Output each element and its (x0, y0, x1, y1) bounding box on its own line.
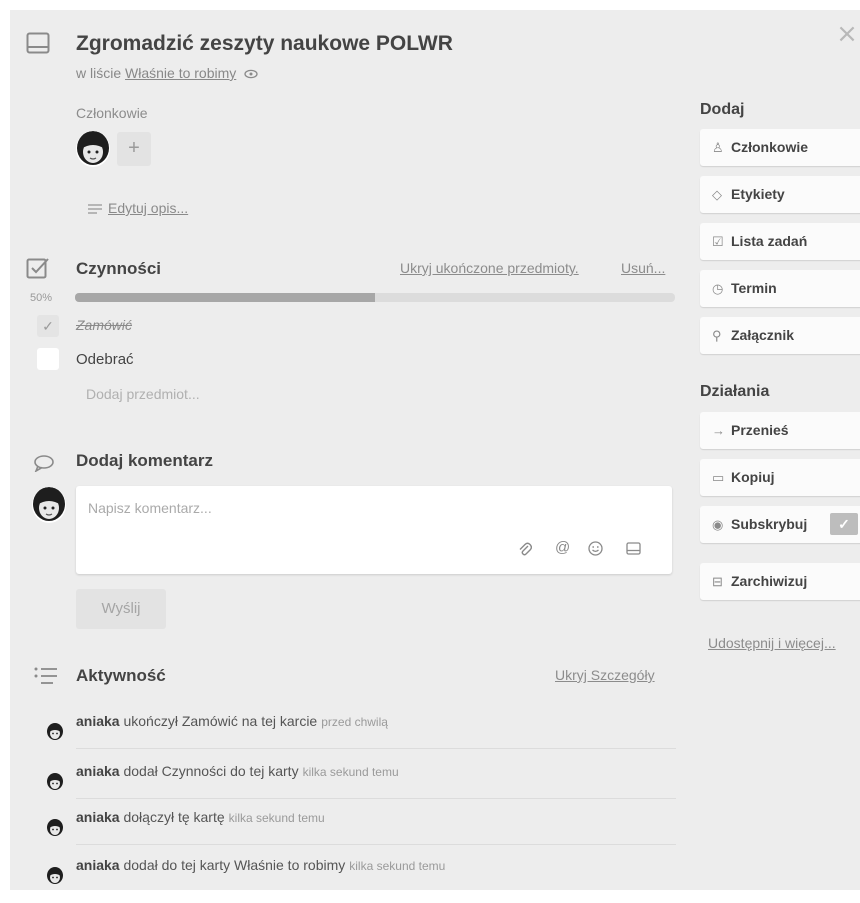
activity-user[interactable]: aniaka (76, 713, 120, 729)
clock-icon: ◷ (712, 281, 724, 296)
activity-text: aniaka dodał Czynności do tej karty kilka… (76, 748, 399, 795)
card-icon[interactable] (626, 542, 641, 555)
arrow-right-icon: → (712, 423, 725, 438)
progress-percent: 50% (30, 292, 53, 304)
activity-text: aniaka dołączył tę kartę kilka sekund tem… (76, 794, 325, 841)
eye-icon: ◉ (712, 517, 724, 532)
activity-user[interactable]: aniaka (76, 809, 120, 825)
copy-button-label: Kopiuj (731, 469, 775, 485)
member-avatar[interactable] (76, 131, 110, 167)
due-date-button[interactable]: ◷ Termin (700, 270, 860, 307)
actions-heading: Działania (700, 383, 770, 400)
close-icon[interactable]: × (836, 21, 858, 47)
list-link[interactable]: Właśnie to robimy (125, 65, 236, 81)
add-heading: Dodaj (700, 101, 745, 118)
activity-time[interactable]: kilka sekund temu (229, 811, 325, 825)
comment-placeholder: Napisz komentarz... (88, 500, 212, 516)
card-title[interactable]: Zgromadzić zeszyty naukowe POLWR (76, 32, 453, 56)
activity-action: dołączył tę kartę (123, 809, 225, 825)
progress-bar (75, 293, 675, 302)
attachment-icon[interactable] (518, 542, 532, 556)
eye-icon (244, 69, 258, 79)
members-label: Członkowie (76, 105, 148, 121)
card-list-info: w liście Właśnie to robimy (76, 65, 258, 81)
members-button[interactable]: ♙ Członkowie (700, 129, 860, 166)
checklist-checkbox-checked[interactable]: ✓ (37, 315, 59, 337)
activity-entry: aniaka dołączył tę kartę kilka sekund tem… (46, 794, 676, 840)
delete-checklist-link[interactable]: Usuń... (621, 260, 665, 276)
subscribed-check-icon: ✓ (830, 513, 858, 535)
card-detail-window: Zgromadzić zeszyty naukowe POLWR w liści… (10, 10, 860, 890)
subscribe-button-label: Subskrybuj (731, 516, 808, 532)
activity-time[interactable]: przed chwilą (321, 715, 388, 729)
comment-input[interactable]: Napisz komentarz... @ (76, 486, 672, 574)
activity-user-avatar[interactable] (46, 857, 64, 903)
edit-description-link[interactable]: Edytuj opis... (88, 200, 188, 216)
due-date-button-label: Termin (731, 280, 777, 296)
hide-completed-link[interactable]: Ukryj ukończone przedmioty. (400, 260, 579, 276)
activity-entry: aniaka dodał do tej karty Właśnie to rob… (46, 842, 676, 888)
checklist-button-label: Lista zadań (731, 233, 808, 249)
add-comment-title: Dodaj komentarz (76, 451, 213, 470)
checklist-checkbox[interactable] (37, 348, 59, 370)
label-icon: ◇ (712, 187, 722, 202)
activity-action: ukończył Zamówić na tej karcie (123, 713, 318, 729)
labels-button[interactable]: ◇ Etykiety (700, 176, 860, 213)
checklist-button[interactable]: ☑ Lista zadań (700, 223, 860, 260)
move-button-label: Przenieś (731, 422, 789, 438)
activity-text: aniaka dodał do tej karty Właśnie to rob… (76, 842, 445, 889)
attachment-button-label: Załącznik (731, 327, 795, 343)
checklist-item-done[interactable]: Zamówić (76, 317, 132, 333)
checklist-title[interactable]: Czynności (76, 259, 161, 279)
activity-entry: aniaka dodał Czynności do tej karty kilka… (46, 748, 676, 794)
activity-title: Aktywność (76, 666, 166, 685)
move-button[interactable]: → Przenieś (700, 412, 860, 449)
paperclip-icon: ⚲ (712, 328, 722, 343)
share-and-more-link[interactable]: Udostępnij i więcej... (708, 635, 838, 652)
attachment-button[interactable]: ⚲ Załącznik (700, 317, 860, 354)
comment-icon (34, 454, 54, 472)
add-member-button[interactable]: + (117, 132, 151, 166)
card-icon: ▭ (712, 470, 725, 485)
card-icon (26, 32, 50, 54)
labels-button-label: Etykiety (731, 186, 785, 202)
edit-description-label: Edytuj opis... (108, 200, 189, 216)
activity-text: aniaka ukończył Zamówić na tej karcie prz… (76, 698, 388, 745)
checklist-item[interactable]: Odebrać (76, 351, 134, 368)
person-icon: ♙ (712, 140, 724, 155)
members-button-label: Członkowie (731, 139, 809, 155)
activity-time[interactable]: kilka sekund temu (303, 765, 399, 779)
current-user-avatar[interactable] (32, 487, 66, 523)
emoji-icon[interactable] (588, 541, 603, 556)
activity-icon (34, 667, 58, 685)
activity-time[interactable]: kilka sekund temu (349, 859, 445, 873)
copy-button[interactable]: ▭ Kopiuj (700, 459, 860, 496)
subscribe-button[interactable]: ◉ Subskrybuj ✓ (700, 506, 860, 543)
list-prefix: w liście (76, 65, 122, 81)
checklist-icon: ☑ (712, 234, 724, 249)
checklist-icon (26, 256, 50, 280)
archive-icon: ⊟ (712, 574, 723, 589)
send-comment-button[interactable]: Wyślij (76, 589, 166, 629)
archive-button-label: Zarchiwizuj (731, 573, 808, 589)
toggle-details-link[interactable]: Ukryj Szczegóły (555, 667, 655, 683)
activity-user[interactable]: aniaka (76, 857, 120, 873)
progress-fill (75, 293, 375, 302)
activity-action: dodał do tej karty Właśnie to robimy (123, 857, 346, 873)
activity-action: dodał Czynności do tej karty (123, 763, 299, 779)
description-lines-icon (88, 204, 102, 214)
activity-user[interactable]: aniaka (76, 763, 120, 779)
archive-button[interactable]: ⊟ Zarchiwizuj (700, 563, 860, 600)
mention-icon[interactable]: @ (555, 539, 570, 556)
activity-entry: aniaka ukończył Zamówić na tej karcie prz… (46, 698, 676, 744)
add-checklist-item[interactable]: Dodaj przedmiot... (86, 386, 200, 402)
